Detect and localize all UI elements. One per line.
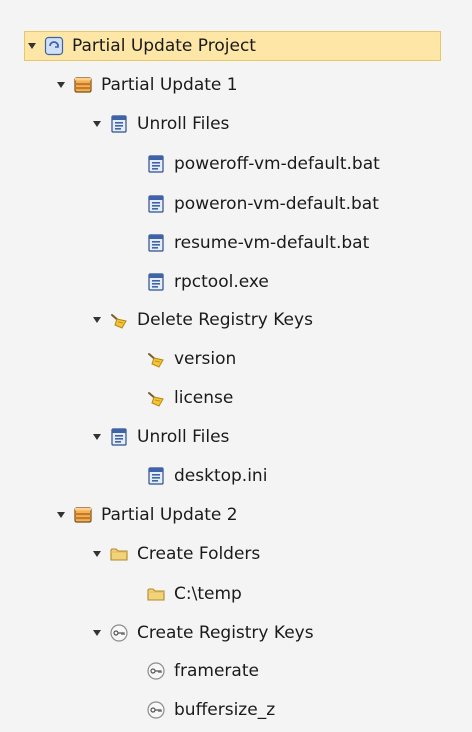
collapse-toggle-icon[interactable] xyxy=(90,547,104,561)
tree-node-create-registry-keys[interactable]: Create Registry Keys xyxy=(90,618,317,648)
collapse-toggle-icon[interactable] xyxy=(90,430,104,444)
package-icon xyxy=(72,504,94,526)
tree-node-unroll-files-1[interactable]: Unroll Files xyxy=(90,109,232,139)
tree-node-label: Partial Update 2 xyxy=(101,505,238,525)
tree-node-file[interactable]: resume-vm-default.bat xyxy=(145,228,372,258)
tree-node-file[interactable]: poweron-vm-default.bat xyxy=(145,189,382,219)
tree-node-label: desktop.ini xyxy=(174,466,268,486)
tree-node-label: version xyxy=(174,349,237,369)
folder-icon xyxy=(145,583,167,605)
tree-node-label: Unroll Files xyxy=(137,114,230,134)
key-icon xyxy=(145,699,167,721)
tree-node-label: Create Registry Keys xyxy=(137,623,314,643)
tree-node-label: Create Folders xyxy=(137,544,261,564)
document-icon xyxy=(145,232,167,254)
tree-node-partial-update-1[interactable]: Partial Update 1 xyxy=(54,70,241,100)
key-icon xyxy=(145,660,167,682)
tree-node-label: C:\temp xyxy=(174,584,242,604)
document-icon xyxy=(145,153,167,175)
tree-node-label: framerate xyxy=(174,661,259,681)
tree-node-partial-update-project[interactable]: Partial Update Project xyxy=(24,31,441,61)
tree-node-partial-update-2[interactable]: Partial Update 2 xyxy=(54,500,241,530)
broom-icon xyxy=(108,309,130,331)
tree-node-deleted-key[interactable]: version xyxy=(145,344,239,374)
tree-node-file[interactable]: rpctool.exe xyxy=(145,267,272,297)
document-icon xyxy=(145,465,167,487)
document-icon xyxy=(108,426,130,448)
tree-node-label: resume-vm-default.bat xyxy=(174,233,370,253)
tree-node-create-folders[interactable]: Create Folders xyxy=(90,539,263,569)
refresh-project-icon xyxy=(43,35,65,57)
broom-icon xyxy=(145,348,167,370)
tree-node-unroll-files-2[interactable]: Unroll Files xyxy=(90,422,232,452)
tree-node-label: Partial Update 1 xyxy=(101,75,238,95)
tree-node-folder[interactable]: C:\temp xyxy=(145,579,245,609)
collapse-toggle-icon[interactable] xyxy=(54,78,68,92)
key-icon xyxy=(108,622,130,644)
tree-node-label: buffersize_z xyxy=(174,700,276,720)
tree-node-label: Unroll Files xyxy=(137,427,230,447)
collapse-toggle-icon[interactable] xyxy=(54,508,68,522)
tree-node-label: Delete Registry Keys xyxy=(137,310,313,330)
document-icon xyxy=(145,193,167,215)
document-icon xyxy=(108,113,130,135)
tree-node-label: poweron-vm-default.bat xyxy=(174,194,379,214)
tree-node-registry-key[interactable]: framerate xyxy=(145,656,262,686)
project-tree: Partial Update Project Partial Update 1 … xyxy=(0,0,472,732)
tree-node-label: Partial Update Project xyxy=(72,36,256,56)
tree-node-delete-registry-keys[interactable]: Delete Registry Keys xyxy=(90,305,316,335)
tree-node-label: poweroff-vm-default.bat xyxy=(174,154,380,174)
package-icon xyxy=(72,74,94,96)
tree-node-label: license xyxy=(174,388,234,408)
tree-node-file[interactable]: desktop.ini xyxy=(145,461,270,491)
collapse-toggle-icon[interactable] xyxy=(90,626,104,640)
tree-node-registry-key[interactable]: buffersize_z xyxy=(145,695,278,725)
folder-icon xyxy=(108,543,130,565)
collapse-toggle-icon[interactable] xyxy=(25,39,39,53)
tree-node-label: rpctool.exe xyxy=(174,272,269,292)
document-icon xyxy=(145,271,167,293)
collapse-toggle-icon[interactable] xyxy=(90,313,104,327)
tree-node-deleted-key[interactable]: license xyxy=(145,383,236,413)
collapse-toggle-icon[interactable] xyxy=(90,117,104,131)
broom-icon xyxy=(145,387,167,409)
tree-node-file[interactable]: poweroff-vm-default.bat xyxy=(145,149,383,179)
